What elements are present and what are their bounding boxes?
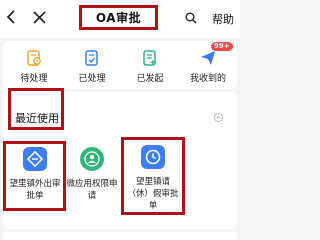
section-title: 最近使用 xyxy=(15,112,59,125)
initiated-doc-icon xyxy=(143,50,156,66)
page-title-highlight: OA审批 xyxy=(79,5,158,30)
quick-action-label: 已发起 xyxy=(136,74,164,84)
pending-doc-icon xyxy=(27,50,41,66)
quick-action-pending[interactable]: 待处理 xyxy=(5,41,63,89)
quick-actions-card: 待处理 已处理 已发起 99+ 我收到的 xyxy=(3,41,237,89)
processed-doc-icon xyxy=(85,50,98,66)
app-label: 望里镇请 （休）假审批 单 xyxy=(127,177,179,211)
app-label: 微应用权限申 请 xyxy=(66,179,118,201)
permission-user-icon xyxy=(80,147,104,171)
app-label: 望里镇外出审 批单 xyxy=(9,179,61,201)
quick-action-label: 已处理 xyxy=(78,74,106,84)
leave-clock-icon xyxy=(141,145,165,169)
chevron-up-icon[interactable] xyxy=(214,113,223,122)
quick-action-initiated[interactable]: 已发起 xyxy=(121,41,179,89)
unread-count-badge: 99+ xyxy=(211,42,233,51)
back-arrow-icon[interactable] xyxy=(4,10,18,24)
next-card-edge xyxy=(3,232,237,240)
quick-action-label: 待处理 xyxy=(20,74,48,84)
outing-approval-icon xyxy=(23,147,47,171)
send-plane-icon xyxy=(201,51,215,65)
page-title: OA审批 xyxy=(95,11,142,25)
quick-action-label: 我收到的 xyxy=(189,74,226,84)
close-icon[interactable] xyxy=(33,11,46,24)
quick-action-received[interactable]: 99+ 我收到的 xyxy=(179,41,237,89)
search-icon[interactable] xyxy=(185,12,197,24)
quick-action-processed[interactable]: 已处理 xyxy=(63,41,121,89)
help-link[interactable]: 帮助 xyxy=(212,11,234,27)
top-bar: OA审批 帮助 xyxy=(0,0,240,38)
